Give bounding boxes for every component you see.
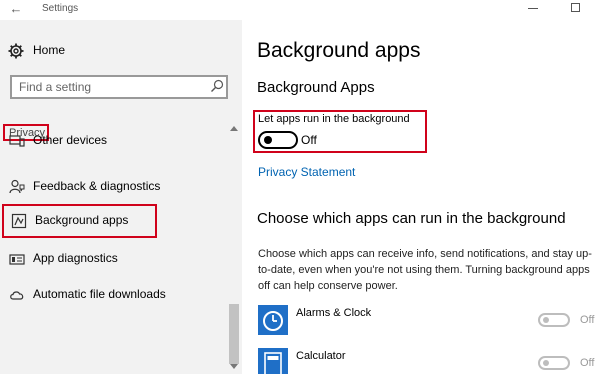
devices-icon <box>9 135 25 147</box>
toggle-knob <box>543 317 549 323</box>
calculator-icon <box>258 348 288 374</box>
title-bar: ← Settings <box>0 0 600 20</box>
minimize-button[interactable] <box>528 8 538 9</box>
app-toggle[interactable] <box>538 313 570 327</box>
home-label: Home <box>33 43 66 57</box>
sidebar-item-feedback[interactable]: Feedback & diagnostics <box>0 170 226 204</box>
sidebar-scrollbar[interactable] <box>228 124 240 374</box>
app-diagnostics-icon <box>9 254 25 265</box>
sidebar-item-other-devices[interactable]: Other devices <box>0 124 226 158</box>
background-toggle-group: Let apps run in the background Off <box>253 110 427 153</box>
toggle-knob <box>264 136 272 144</box>
app-row-alarms-clock: Alarms & Clock Off <box>258 305 598 335</box>
gear-icon <box>8 43 24 59</box>
feedback-icon <box>9 179 25 194</box>
search-icon[interactable] <box>210 79 224 93</box>
privacy-statement-link[interactable]: Privacy Statement <box>258 165 355 179</box>
app-toggle[interactable] <box>538 356 570 370</box>
sidebar-item-label: Automatic file downloads <box>33 287 166 301</box>
app-toggle-state: Off <box>580 357 595 369</box>
app-toggle-state: Off <box>580 314 595 326</box>
sidebar-item-label: App diagnostics <box>33 251 118 265</box>
sidebar-item-app-diagnostics[interactable]: App diagnostics <box>0 242 226 276</box>
choose-apps-title: Choose which apps can run in the backgro… <box>257 210 566 227</box>
background-apps-toggle[interactable] <box>258 131 298 149</box>
maximize-button[interactable] <box>571 3 580 12</box>
scroll-thumb[interactable] <box>229 304 239 364</box>
search-input[interactable] <box>12 77 202 97</box>
app-name: Alarms & Clock <box>296 307 372 319</box>
sidebar-item-label: Other devices <box>33 133 108 147</box>
back-arrow-icon[interactable]: ← <box>8 1 24 17</box>
scroll-up-arrow-icon[interactable] <box>230 126 238 131</box>
main-content: Background apps Background Apps Let apps… <box>242 20 600 374</box>
page-title: Background apps <box>257 39 421 62</box>
search-box <box>10 75 228 99</box>
background-apps-icon <box>11 213 27 229</box>
cloud-icon <box>10 291 24 300</box>
app-name: Calculator <box>296 350 346 362</box>
choose-apps-description: Choose which apps can receive info, send… <box>258 248 592 292</box>
app-row-calculator: Calculator Off <box>258 348 598 374</box>
home-nav-item[interactable]: Home <box>8 42 208 60</box>
toggle-label: Let apps run in the background <box>258 113 410 125</box>
sidebar-item-automatic-file-downloads[interactable]: Automatic file downloads <box>0 278 226 312</box>
toggle-knob <box>543 360 549 366</box>
window-title: Settings <box>42 3 79 14</box>
toggle-state: Off <box>301 133 317 147</box>
scroll-down-arrow-icon[interactable] <box>230 364 238 369</box>
section-title: Background Apps <box>257 79 375 96</box>
alarm-clock-icon <box>258 305 288 335</box>
sidebar-item-background-apps[interactable]: Background apps <box>2 204 157 238</box>
sidebar-item-label: Background apps <box>35 213 129 227</box>
sidebar-item-label: Feedback & diagnostics <box>33 179 161 193</box>
